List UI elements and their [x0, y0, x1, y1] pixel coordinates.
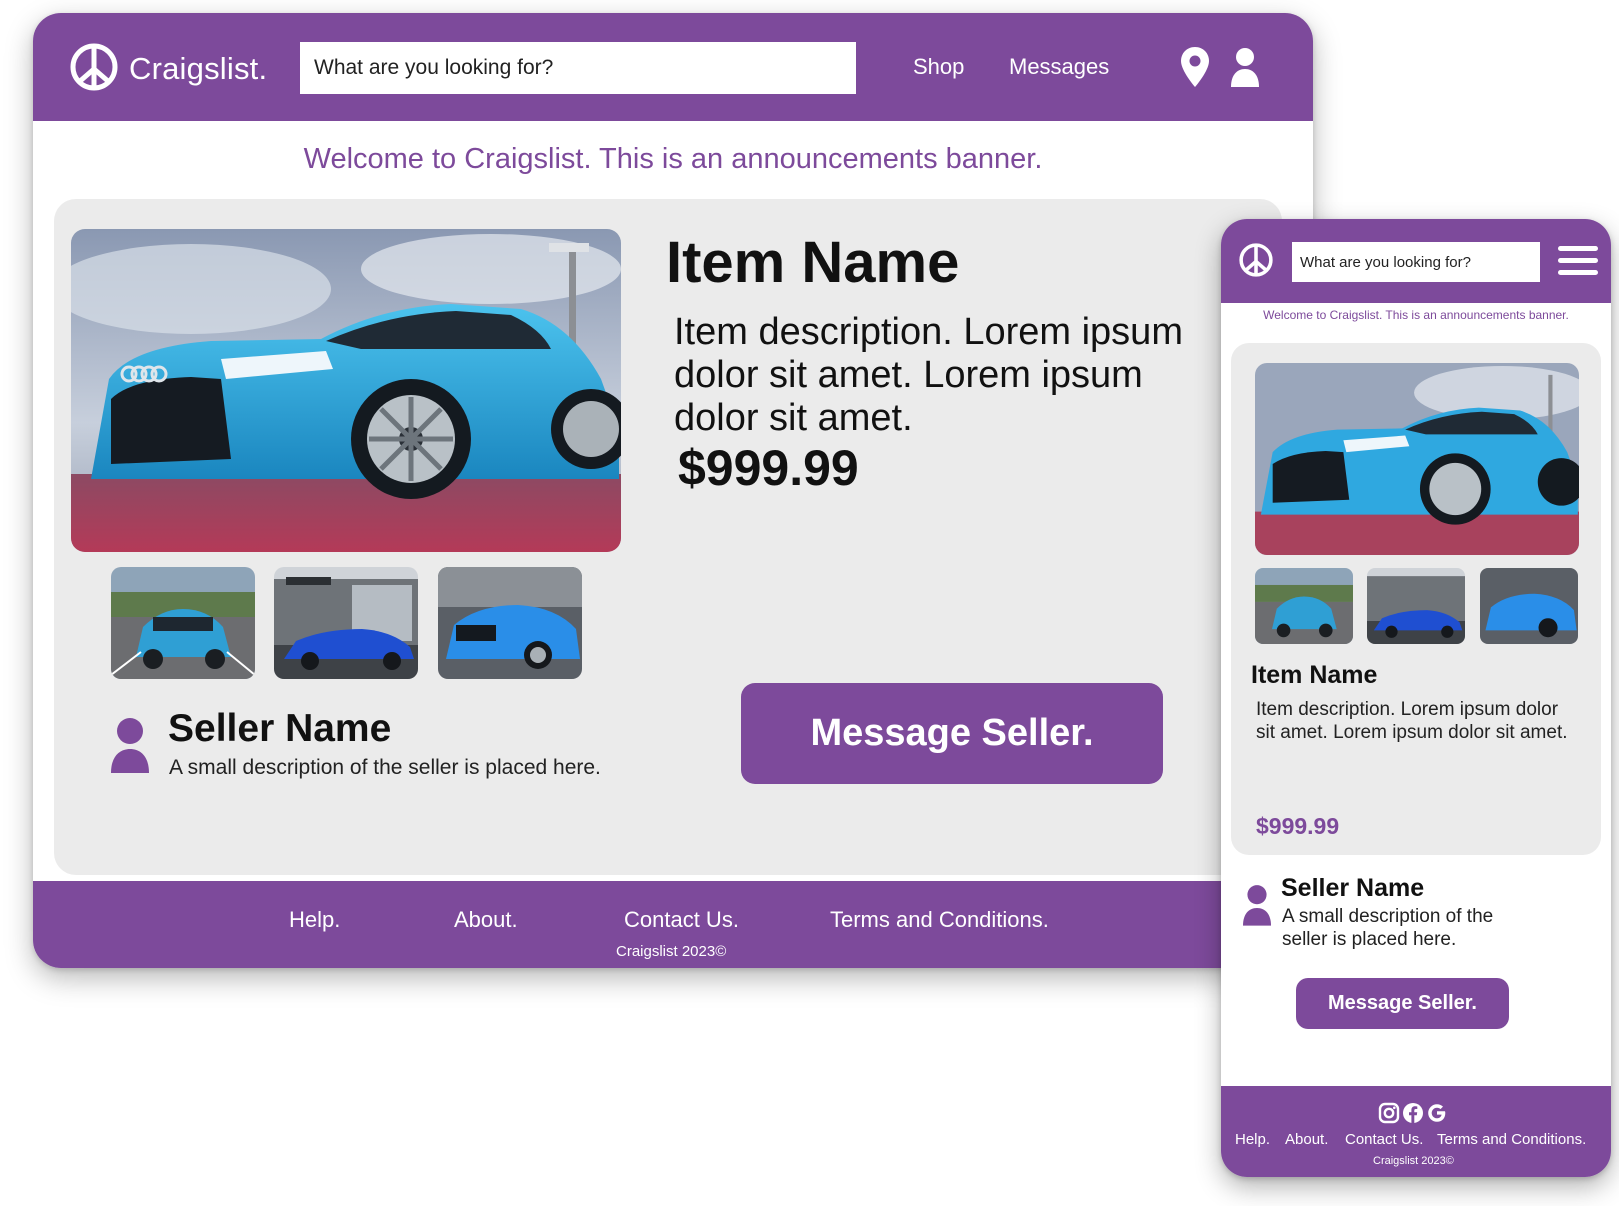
item-main-image[interactable] [1255, 363, 1579, 555]
message-seller-button[interactable]: Message Seller. [1296, 978, 1509, 1029]
nav-messages[interactable]: Messages [1009, 54, 1109, 80]
peace-logo-icon[interactable] [70, 43, 118, 91]
item-thumbnail[interactable] [111, 567, 255, 679]
footer-copyright: Craigslist 2023© [616, 943, 727, 960]
footer-link-help[interactable]: Help. [289, 907, 340, 933]
seller-name: Seller Name [1281, 874, 1425, 902]
user-icon[interactable] [1230, 47, 1260, 87]
item-main-image[interactable] [71, 229, 621, 552]
footer-link-contact[interactable]: Contact Us. [1345, 1131, 1423, 1148]
item-thumbnail[interactable] [1480, 568, 1578, 644]
item-price: $999.99 [678, 440, 859, 496]
desktop-footer: Help. About. Contact Us. Terms and Condi… [33, 881, 1313, 968]
announcement-banner: Welcome to Craigslist. This is an announ… [303, 143, 1043, 175]
mobile-header [1221, 219, 1611, 303]
brand-name[interactable]: Craigslist. [129, 51, 267, 87]
desktop-header: Craigslist. Shop Messages [33, 13, 1313, 121]
item-description: Item description. Lorem ipsum dolor sit … [1256, 699, 1568, 743]
footer-link-help[interactable]: Help. [1235, 1131, 1270, 1148]
google-icon[interactable] [1426, 1102, 1448, 1124]
item-thumbnail[interactable] [1367, 568, 1465, 644]
desktop-mockup: Craigslist. Shop Messages Welcome to Cra… [33, 13, 1313, 968]
item-thumbnail[interactable] [438, 567, 582, 679]
facebook-icon[interactable] [1402, 1102, 1424, 1124]
location-pin-icon[interactable] [1180, 46, 1210, 88]
footer-link-terms[interactable]: Terms and Conditions. [1437, 1131, 1586, 1148]
message-seller-button[interactable]: Message Seller. [741, 683, 1163, 784]
item-card: Item Name Item description. Lorem ipsum … [1231, 343, 1601, 855]
footer-copyright: Craigslist 2023© [1373, 1155, 1454, 1167]
item-price: $999.99 [1256, 813, 1340, 839]
seller-name: Seller Name [168, 707, 392, 750]
seller-description: A small description of the seller is pla… [169, 756, 601, 779]
footer-link-terms[interactable]: Terms and Conditions. [830, 907, 1049, 933]
instagram-icon[interactable] [1378, 1102, 1400, 1124]
seller-avatar-icon [1243, 885, 1271, 926]
search-input[interactable] [300, 42, 856, 94]
item-thumbnail[interactable] [274, 567, 418, 679]
item-description: Item description. Lorem ipsum dolor sit … [674, 311, 1183, 439]
mobile-footer: Help. About. Contact Us. Terms and Condi… [1221, 1086, 1611, 1177]
item-card: Item Name Item description. Lorem ipsum … [54, 199, 1282, 875]
item-name: Item Name [666, 230, 960, 295]
seller-description: A small description of the seller is pla… [1282, 906, 1494, 950]
mobile-mockup: Welcome to Craigslist. This is an announ… [1221, 219, 1611, 1177]
footer-link-about[interactable]: About. [1285, 1131, 1328, 1148]
seller-avatar-icon [111, 718, 149, 773]
announcement-banner: Welcome to Craigslist. This is an announ… [1263, 308, 1569, 322]
nav-shop[interactable]: Shop [913, 54, 964, 80]
item-name: Item Name [1251, 661, 1378, 689]
hamburger-menu-icon[interactable] [1558, 245, 1598, 277]
footer-link-contact[interactable]: Contact Us. [624, 907, 739, 933]
peace-logo-icon[interactable] [1239, 243, 1273, 277]
footer-link-about[interactable]: About. [454, 907, 518, 933]
item-thumbnail[interactable] [1255, 568, 1353, 644]
search-input[interactable] [1292, 242, 1540, 282]
